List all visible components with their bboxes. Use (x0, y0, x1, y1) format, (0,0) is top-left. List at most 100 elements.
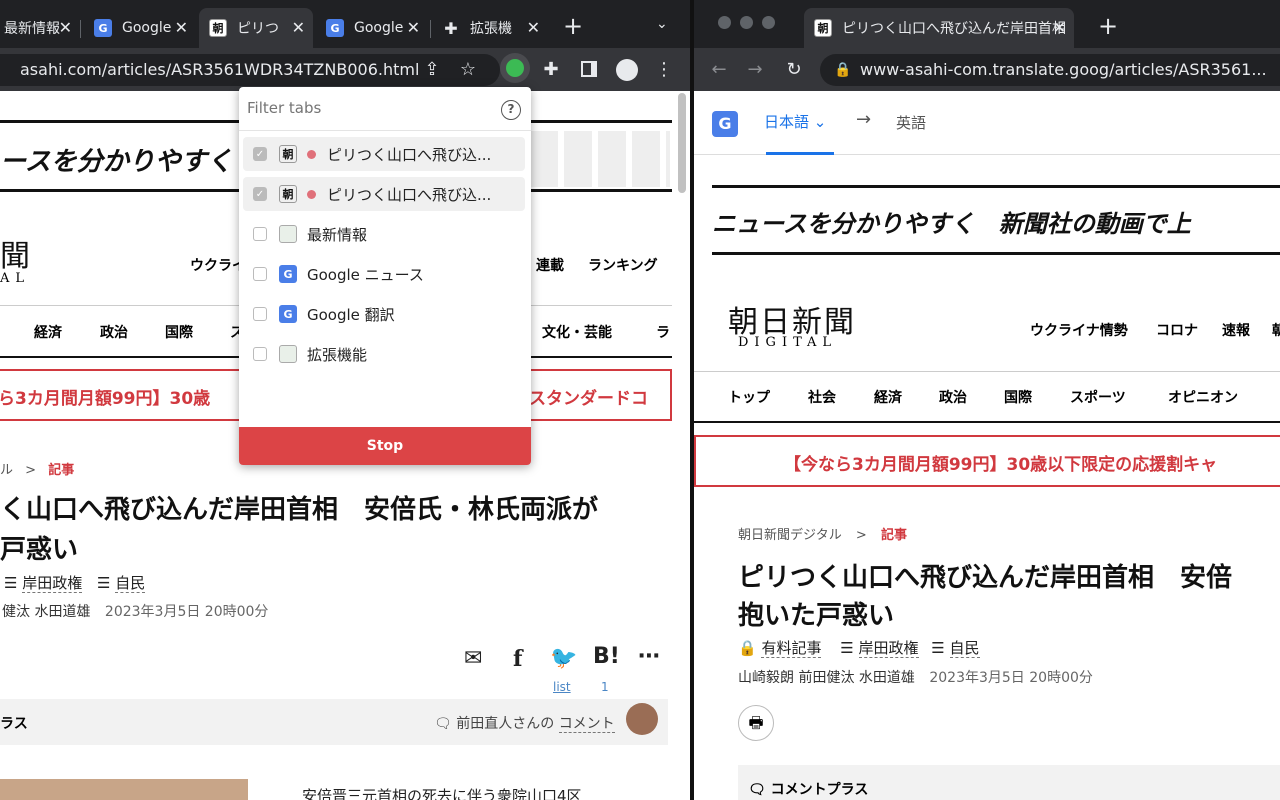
checkbox[interactable] (253, 227, 267, 241)
nav-category[interactable]: ラ (656, 322, 670, 342)
arrow-right-icon: → (856, 109, 872, 130)
popup-tab-row[interactable]: ✓ 朝 ピリつく山口へ飛び込... (243, 177, 525, 211)
popup-tab-row[interactable]: 最新情報 (243, 217, 525, 251)
new-tab-button[interactable]: + (563, 14, 583, 38)
nav-category[interactable]: 経済 (874, 387, 902, 407)
checkbox-checked[interactable]: ✓ (253, 147, 267, 161)
nav-top-item[interactable]: コロナ (1156, 320, 1198, 340)
nav-category[interactable]: 政治 (100, 322, 128, 342)
promo-banner[interactable]: 【今なら3カ月間月額99円】30歳以下限定の応援割キャ (694, 435, 1280, 487)
target-language[interactable]: 英語 (896, 112, 926, 133)
tab-google-translate[interactable]: G Google ✕ (316, 8, 428, 48)
popup-tab-row[interactable]: G Google ニュース (243, 257, 525, 291)
window-maximize-dot[interactable] (762, 16, 775, 29)
nav-top-item[interactable]: ランキング (588, 255, 658, 275)
related-article-title[interactable]: 安倍晋三元首相の死去に伴う衆院山口4区 (302, 785, 582, 800)
nav-category[interactable]: 政治 (939, 387, 967, 407)
close-icon[interactable]: ✕ (527, 18, 540, 37)
close-icon[interactable]: ✕ (407, 18, 420, 37)
extension-active-button[interactable] (500, 53, 530, 83)
nav-top-item[interactable]: ウクライ (190, 255, 246, 275)
hatena-bookmark-icon[interactable]: B! (593, 644, 620, 669)
share-count[interactable]: 1 (601, 680, 609, 694)
mail-icon[interactable]: ✉ (464, 646, 482, 671)
nav-category[interactable]: 経済 (34, 322, 62, 342)
tab-latest-info[interactable]: 最新情報 ✕ (0, 8, 80, 48)
help-icon[interactable]: ? (501, 100, 521, 120)
article-tags: ☰ 岸田政権 ☰ 自民 (4, 572, 146, 593)
paid-article-link[interactable]: 有料記事 (761, 639, 822, 658)
tag-link[interactable]: 自民 (949, 639, 980, 658)
checkbox[interactable] (253, 267, 267, 281)
extensions-puzzle-icon[interactable]: ✚ (540, 59, 562, 81)
popup-tab-row[interactable]: 拡張機能 (243, 337, 525, 371)
filter-tabs-input[interactable] (247, 95, 487, 121)
comment-link[interactable]: コメント (558, 716, 615, 733)
related-article-thumbnail[interactable] (0, 779, 248, 800)
popup-tab-row[interactable]: ✓ 朝 ピリつく山口へ飛び込... (243, 137, 525, 171)
close-icon[interactable]: ✕ (292, 18, 305, 37)
checkbox[interactable] (253, 347, 267, 361)
menu-kebab-icon[interactable]: ⋮ (653, 59, 675, 81)
list-icon: ☰ (97, 574, 111, 592)
share-icon[interactable]: ⇪ (421, 59, 443, 81)
profile-avatar-icon[interactable] (616, 59, 638, 81)
checkbox-checked[interactable]: ✓ (253, 187, 267, 201)
nav-category[interactable]: オピニオン (1168, 387, 1238, 407)
bookmark-star-icon[interactable]: ☆ (457, 59, 479, 81)
commenter-name: 前田直人さんの (456, 716, 555, 732)
print-icon[interactable]: 🖶 (738, 705, 774, 741)
list-icon: ☰ (931, 639, 945, 657)
tag-link[interactable]: 岸田政権 (858, 639, 919, 658)
window-minimize-dot[interactable] (740, 16, 753, 29)
breadcrumb-item[interactable]: 朝日新聞デジタル (738, 528, 842, 543)
share-list-link[interactable]: list (553, 680, 571, 694)
left-toolbar: asahi.com/articles/ASR3561WDR34TZNB006.h… (0, 48, 690, 91)
url-text: asahi.com/articles/ASR3561WDR34TZNB006.h… (20, 60, 420, 79)
close-icon[interactable]: ✕ (175, 18, 188, 37)
nav-top-item[interactable]: 朝 (1272, 320, 1280, 340)
nav-category[interactable]: 社会 (808, 387, 836, 407)
twitter-icon[interactable]: 🐦 (550, 646, 577, 671)
asahi-favicon-icon: 朝 (279, 145, 297, 163)
tab-extensions[interactable]: ✚ 拡張機 ✕ (432, 8, 548, 48)
tag-link[interactable]: 自民 (115, 574, 146, 593)
more-icon[interactable]: ⋯ (638, 644, 660, 669)
nav-category[interactable]: 文化・芸能 (542, 322, 612, 342)
right-toolbar: ← → ↻ 🔒 www-asahi-com.translate.goog/art… (694, 48, 1280, 91)
nav-category[interactable]: スポーツ (1070, 387, 1126, 407)
tag-link[interactable]: 岸田政権 (22, 574, 83, 593)
new-tab-button[interactable]: + (1098, 14, 1118, 38)
forward-arrow-icon[interactable]: → (744, 59, 766, 81)
close-icon[interactable]: ✕ (59, 18, 72, 37)
checkbox[interactable] (253, 307, 267, 321)
back-arrow-icon[interactable]: ← (708, 59, 730, 81)
breadcrumb-item[interactable]: ル (0, 463, 13, 478)
nav-category[interactable]: トップ (728, 387, 770, 407)
popup-tab-label: 最新情報 (307, 225, 368, 244)
commenter-avatar[interactable] (626, 703, 658, 735)
left-tab-strip: 最新情報 ✕ G Google ✕ 朝 ピリつ ✕ G Google ✕ ✚ 拡… (0, 0, 690, 48)
video-banner[interactable]: ニュースを分かりやすく 新聞社の動画で上 (712, 185, 1280, 255)
side-panel-icon[interactable] (581, 61, 597, 77)
nav-category[interactable]: 国際 (1004, 387, 1032, 407)
nav-category[interactable]: 国際 (165, 322, 193, 342)
window-close-dot[interactable] (718, 16, 731, 29)
nav-top-item[interactable]: ウクライナ情勢 (1030, 320, 1128, 340)
nav-top-item[interactable]: 速報 (1222, 320, 1250, 340)
address-bar[interactable]: 🔒 www-asahi-com.translate.goog/articles/… (820, 54, 1280, 86)
page-scrollbar[interactable] (678, 93, 686, 193)
tab-asahi-translated[interactable]: 朝 ピリつく山口へ飛び込んだ岸田首相 ✕ (804, 8, 1074, 48)
site-logo[interactable]: 聞 (0, 231, 30, 275)
facebook-icon[interactable]: f (513, 646, 522, 672)
tab-asahi-article[interactable]: 朝 ピリつ ✕ (199, 8, 313, 48)
tab-google-news[interactable]: G Google ✕ (84, 8, 196, 48)
nav-top-item[interactable]: 連載 (536, 255, 564, 275)
source-language[interactable]: 日本語 ⌄ (764, 111, 826, 132)
google-translate-icon: G (279, 305, 297, 323)
close-icon[interactable]: ✕ (1053, 18, 1066, 37)
popup-tab-row[interactable]: G Google 翻訳 (243, 297, 525, 331)
stop-button[interactable]: Stop (239, 427, 531, 465)
reload-icon[interactable]: ↻ (783, 59, 805, 81)
tab-search-chevron-icon[interactable]: ⌄ (656, 16, 668, 32)
